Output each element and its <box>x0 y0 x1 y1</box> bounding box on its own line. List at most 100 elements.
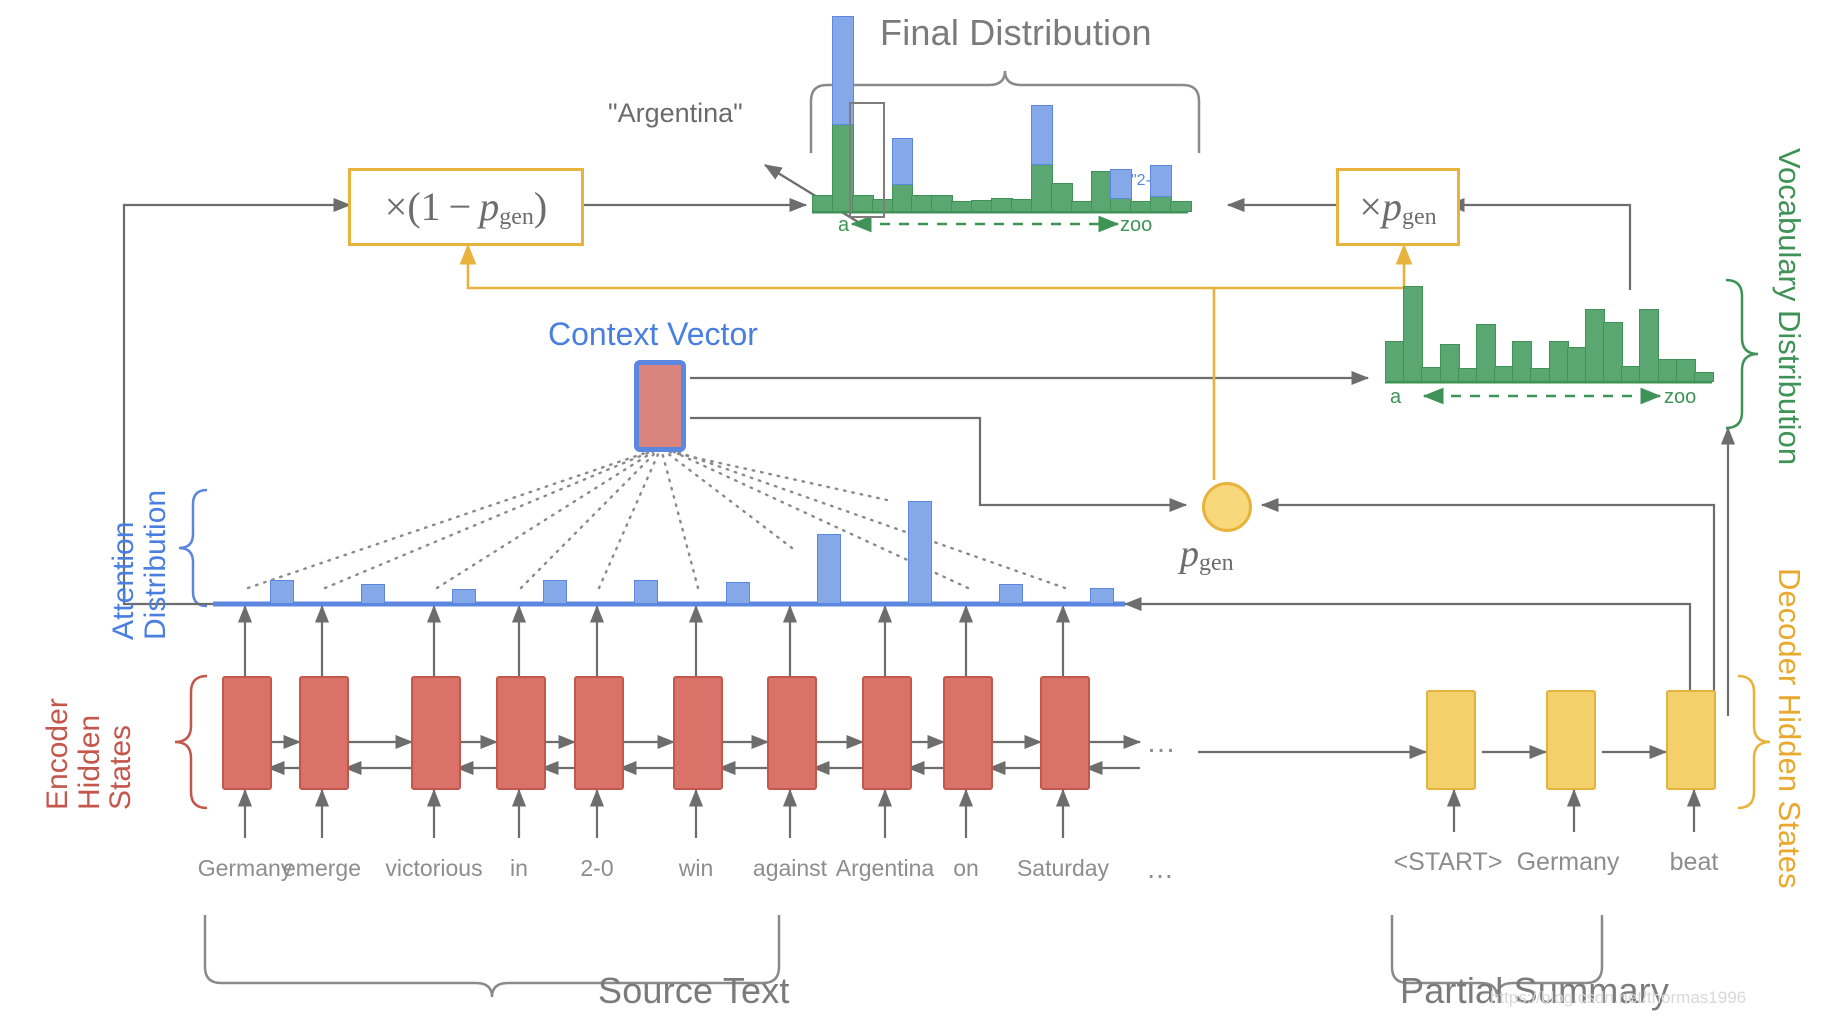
attention-bar <box>543 580 568 604</box>
vocabulary-bar <box>1603 321 1624 382</box>
pgen-yellow-paths <box>459 243 1413 480</box>
final-dist-vocab-bar <box>1170 201 1192 212</box>
encoder-to-attention-arrows <box>237 604 1071 676</box>
brace-vocabulary-distribution <box>1725 278 1759 430</box>
encoder-hidden-states-label: Encoder Hidden States <box>41 698 137 810</box>
vocabulary-distribution-label: Vocabulary Distribution <box>1772 148 1807 466</box>
vocabulary-bar <box>1421 366 1442 382</box>
final-dist-vocab-bar <box>1110 196 1133 212</box>
encoder-cell[interactable] <box>299 676 349 790</box>
encoder-cell[interactable] <box>673 676 723 790</box>
final-dist-attention-bar <box>1110 168 1133 199</box>
paren-close: ) <box>533 184 548 229</box>
pgen-node-label: pgen <box>1180 532 1234 577</box>
vocabulary-bar <box>1621 365 1642 382</box>
final-dist-highlight-box <box>849 102 885 218</box>
vocabulary-bar <box>1530 367 1551 382</box>
decoder-hidden-states-label-text: Decoder Hidden States <box>1772 568 1807 889</box>
vocabulary-bar <box>1457 367 1478 382</box>
times-pgen-box[interactable]: ×pgen <box>1336 168 1460 246</box>
vocab-dist-axis <box>1385 380 1712 405</box>
vocabulary-bar <box>1512 340 1533 382</box>
vocabulary-bar <box>1475 323 1496 382</box>
vocabulary-bar <box>1494 365 1515 382</box>
vocabulary-bar <box>1439 344 1460 382</box>
final-dist-axis-start-label: a <box>838 214 850 236</box>
attention-bar <box>1090 587 1115 604</box>
context-vector-title: Context Vector <box>548 316 758 352</box>
diagram-canvas: Final Distribution Context Vector Source… <box>0 0 1826 1018</box>
encoder-cell[interactable] <box>411 676 461 790</box>
gen-subscript-right: gen <box>1401 204 1437 230</box>
encoder-cell[interactable] <box>222 676 272 790</box>
decoder-input-arrows <box>1446 788 1702 832</box>
paren-open: ( <box>407 184 421 229</box>
one-minus-pgen-formula: ×(1 − pgen) <box>385 183 547 231</box>
pgen-sub: gen <box>1199 550 1234 576</box>
decoder-cell[interactable] <box>1426 690 1476 790</box>
times-symbol-right: × <box>1359 184 1382 229</box>
final-dist-attention-bar <box>1030 104 1053 165</box>
final-dist-vocab-bar <box>991 197 1013 212</box>
pgen-node[interactable] <box>1202 482 1252 532</box>
attention-distribution-label-line1: Attention Distribution <box>107 489 172 640</box>
attention-bar <box>908 500 932 604</box>
attention-bar <box>360 584 385 604</box>
vocabulary-bar <box>1675 359 1696 382</box>
vocabulary-bar <box>1657 359 1678 382</box>
gen-subscript-left: gen <box>499 204 534 230</box>
attention-bar <box>725 582 750 604</box>
encoder-cell[interactable] <box>496 676 546 790</box>
vocab-dist-axis-end-label: zoo <box>1664 386 1697 408</box>
final-dist-vocab-bar <box>1050 183 1073 212</box>
one-minus-pgen-box[interactable]: ×(1 − pgen) <box>348 168 584 246</box>
pgen-p: p <box>1180 533 1199 575</box>
vocab-dist-axis-start-label: a <box>1390 386 1402 408</box>
encoder-cell[interactable] <box>943 676 993 790</box>
vocabulary-bar <box>1385 340 1406 382</box>
vocabulary-bar <box>1584 308 1605 382</box>
vocabulary-bar <box>1566 347 1587 382</box>
encoder-cell[interactable] <box>1040 676 1090 790</box>
vocab-to-right-formula-path <box>1446 197 1632 290</box>
argentina-callout-label: "Argentina" <box>608 98 743 128</box>
final-dist-axis-end-label: zoo <box>1120 214 1153 236</box>
decoder-hidden-states-label: Decoder Hidden States <box>1772 568 1807 889</box>
p-symbol-right: p <box>1381 184 1402 229</box>
final-dist-vocab-bar <box>1090 170 1113 212</box>
final-dist-vocab-bar <box>951 201 974 212</box>
brace-decoder-hidden-states <box>1737 674 1771 810</box>
final-dist-vocab-bar <box>1130 201 1153 212</box>
final-dist-attention-bar <box>1150 165 1173 198</box>
context-vector-cell[interactable] <box>634 360 686 452</box>
final-dist-vocab-bar <box>931 195 954 212</box>
decoder-cell[interactable] <box>1546 690 1596 790</box>
final-dist-vocab-bar <box>971 199 994 212</box>
brace-encoder-hidden-states <box>174 674 208 810</box>
final-dist-vocab-bar <box>891 183 914 212</box>
encoder-cell[interactable] <box>862 676 912 790</box>
encoder-ellipsis: … <box>1146 726 1176 759</box>
decoder-to-pgen-path <box>1260 497 1716 720</box>
decoder-to-attention-path <box>1123 596 1692 716</box>
final-dist-vocab-bar <box>1030 162 1053 212</box>
source-text-title: Source Text <box>598 970 790 1011</box>
vocabulary-distribution-chart <box>1385 286 1714 382</box>
decoder-cell[interactable] <box>1666 690 1716 790</box>
vocabulary-distribution-label-text: Vocabulary Distribution <box>1772 148 1807 466</box>
attention-bar <box>452 588 476 604</box>
final-dist-vocab-bar <box>1010 198 1033 212</box>
final-dist-attention-bar <box>891 138 914 186</box>
vocabulary-bar <box>1548 341 1569 382</box>
source-ellipsis: … <box>1146 853 1174 884</box>
source-token: Saturday <box>1016 855 1110 881</box>
encoder-cell[interactable] <box>767 676 817 790</box>
vocabulary-bar <box>1403 286 1424 382</box>
encoder-hidden-states-label-text: Encoder Hidden States <box>41 698 137 810</box>
final-dist-vocab-bar <box>812 195 834 212</box>
encoder-cell[interactable] <box>574 676 624 790</box>
final-distribution-title: Final Distribution <box>880 12 1152 53</box>
minus-symbol: − <box>448 184 472 229</box>
final-dist-vocab-bar <box>1150 195 1173 212</box>
final-dist-vocab-bar <box>1070 201 1093 212</box>
